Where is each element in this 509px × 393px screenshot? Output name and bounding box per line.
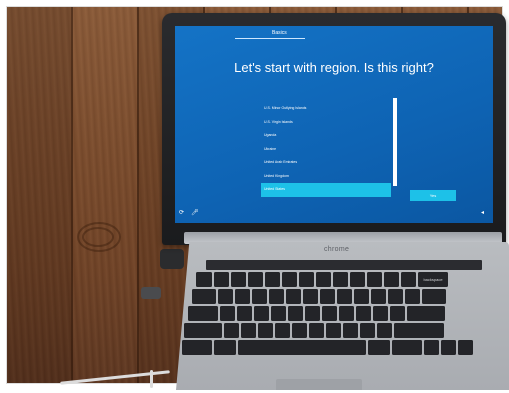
yes-button[interactable]: Yes (410, 190, 456, 201)
key[interactable] (237, 306, 252, 321)
arrow-updown-key[interactable] (441, 340, 456, 355)
key[interactable] (252, 289, 267, 304)
key[interactable] (299, 272, 314, 287)
ctrl-key[interactable] (392, 340, 422, 355)
region-list[interactable]: U.S. Minor Outlying Islands U.S. Virgin … (261, 102, 391, 197)
key[interactable] (248, 272, 263, 287)
tab-basics[interactable]: Basics (272, 30, 287, 36)
power-plug (160, 249, 184, 269)
key[interactable] (288, 306, 303, 321)
key[interactable] (350, 272, 365, 287)
laptop-base: chrome backspace (176, 242, 509, 390)
key[interactable] (343, 323, 358, 338)
key[interactable] (218, 289, 233, 304)
tab-underline (235, 38, 305, 39)
key[interactable] (373, 306, 388, 321)
key[interactable] (271, 306, 286, 321)
key[interactable] (377, 323, 392, 338)
backspace-key[interactable]: backspace (418, 272, 448, 287)
photo-frame: Basics Let's start with region. Is this … (0, 0, 509, 390)
key[interactable] (231, 272, 246, 287)
brand-label: chrome (324, 246, 350, 253)
key[interactable] (241, 323, 256, 338)
region-item[interactable]: U.S. Virgin Islands (261, 116, 391, 130)
wood-knot (82, 227, 114, 247)
key[interactable] (254, 306, 269, 321)
key[interactable] (188, 306, 218, 321)
key[interactable] (196, 272, 212, 287)
key[interactable] (337, 289, 352, 304)
key[interactable] (282, 272, 297, 287)
key[interactable] (286, 289, 301, 304)
key[interactable] (309, 323, 324, 338)
region-item[interactable]: Uganda (261, 129, 391, 143)
space-bar[interactable] (238, 340, 366, 355)
key[interactable] (354, 289, 369, 304)
key[interactable] (356, 306, 371, 321)
key[interactable] (422, 289, 446, 304)
power-cable (150, 370, 153, 388)
region-item[interactable]: United Kingdom (261, 170, 391, 184)
alt-key[interactable] (214, 340, 236, 355)
key[interactable] (333, 272, 348, 287)
list-scrollbar[interactable] (393, 98, 397, 186)
key[interactable] (269, 289, 284, 304)
usb-adapter (141, 287, 161, 299)
keyboard[interactable]: backspace (182, 272, 500, 376)
key[interactable] (326, 323, 341, 338)
key[interactable] (367, 272, 382, 287)
key[interactable] (371, 289, 386, 304)
key[interactable] (360, 323, 375, 338)
alt-key[interactable] (368, 340, 390, 355)
key[interactable] (214, 272, 229, 287)
arrow-left-key[interactable] (424, 340, 439, 355)
key[interactable] (388, 289, 403, 304)
key[interactable] (258, 323, 273, 338)
shift-key[interactable] (184, 323, 222, 338)
ctrl-key[interactable] (182, 340, 212, 355)
arrow-right-key[interactable] (458, 340, 473, 355)
key[interactable] (235, 289, 250, 304)
key[interactable] (303, 289, 318, 304)
key[interactable] (220, 306, 235, 321)
shift-key[interactable] (394, 323, 444, 338)
key[interactable] (316, 272, 331, 287)
region-item[interactable]: United Arab Emirates (261, 156, 391, 170)
key[interactable] (401, 272, 416, 287)
key[interactable] (275, 323, 290, 338)
volume-icon[interactable]: ◂ (481, 209, 484, 216)
key[interactable] (224, 323, 239, 338)
refresh-icon[interactable]: ⟳ (179, 209, 184, 216)
page-title: Let's start with region. Is this right? (234, 60, 434, 75)
key[interactable] (265, 272, 280, 287)
function-key-row[interactable] (206, 260, 482, 270)
enter-key[interactable] (407, 306, 445, 321)
microphone-icon[interactable]: 🎤︎ (191, 209, 199, 216)
laptop-screen: Basics Let's start with region. Is this … (175, 26, 493, 223)
region-item[interactable]: Ukraine (261, 143, 391, 157)
key[interactable] (305, 306, 320, 321)
key[interactable] (292, 323, 307, 338)
floor-plank (7, 7, 71, 383)
region-item-selected[interactable]: United States (261, 183, 391, 197)
key[interactable] (339, 306, 354, 321)
key[interactable] (384, 272, 399, 287)
key[interactable] (322, 306, 337, 321)
key[interactable] (390, 306, 405, 321)
trackpad[interactable] (276, 379, 362, 390)
region-item[interactable]: U.S. Minor Outlying Islands (261, 102, 391, 116)
key[interactable] (405, 289, 420, 304)
key[interactable] (320, 289, 335, 304)
key[interactable] (192, 289, 216, 304)
